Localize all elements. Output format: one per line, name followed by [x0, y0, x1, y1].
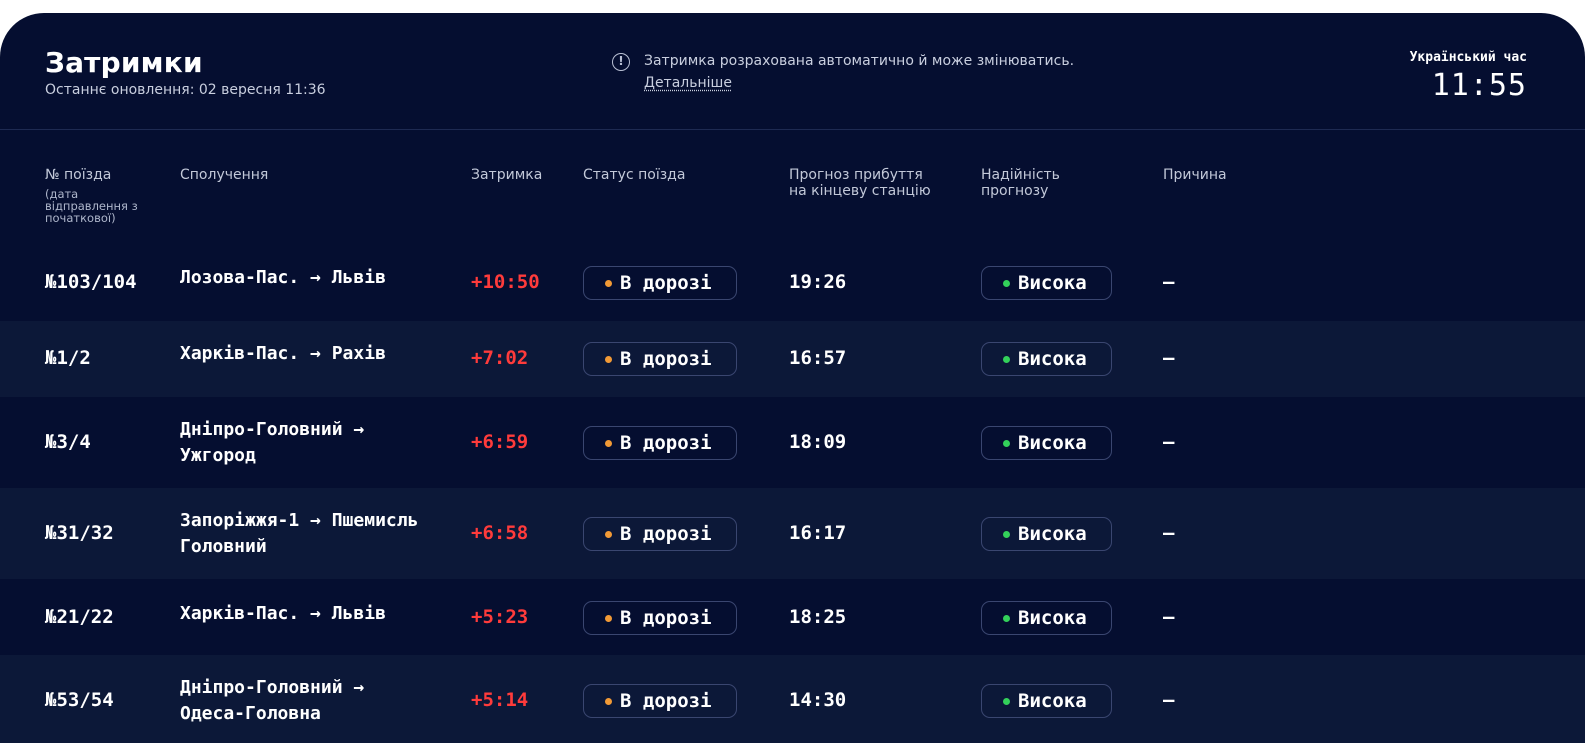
status-badge: В дорозі: [583, 601, 737, 635]
delay-value: +5:14: [471, 689, 529, 711]
reliability-dot-icon: [1003, 279, 1010, 287]
reliability-badge: Висока: [981, 601, 1112, 635]
reliability-badge-label: Висока: [1018, 607, 1087, 629]
eta-value: 14:30: [789, 689, 847, 711]
status-badge: В дорозі: [583, 342, 737, 376]
status-badge-label: В дорозі: [620, 272, 712, 294]
delay-value: +5:23: [471, 606, 529, 628]
status-dot-icon: [605, 697, 612, 705]
reliability-dot-icon: [1003, 439, 1010, 447]
col-train-label: № поїзда: [45, 167, 112, 183]
col-eta: Прогноз прибуття на кінцеву станцію: [789, 167, 931, 199]
status-badge: В дорозі: [583, 517, 737, 551]
route: Лозова-Пас. → Львів: [180, 267, 386, 288]
col-train: № поїзда (дата відправлення з початкової…: [45, 167, 140, 224]
route: Дніпро-Головний → Одеса-Головна: [180, 677, 365, 724]
reason-value: —: [1163, 522, 1175, 544]
status-badge-label: В дорозі: [620, 523, 712, 545]
notice-text: Затримка розрахована автоматично й може …: [644, 53, 1075, 69]
clock-label: Український час: [1409, 50, 1527, 65]
reliability-dot-icon: [1003, 697, 1010, 705]
route: Харків-Пас. → Рахів: [180, 343, 386, 364]
table-row: №103/104 Лозова-Пас. → Львів +10:50 19:26 — В…: [0, 245, 1585, 320]
eta-value: 16:17: [789, 522, 847, 544]
table-row: №3/4 Дніпро-Головний → Ужгород +6:59 18:09 —…: [0, 397, 1585, 488]
delay-value: +6:58: [471, 522, 529, 544]
route: Запоріжжя-1 → Пшемисль Головний: [180, 510, 419, 557]
reason-value: —: [1163, 689, 1175, 711]
reliability-badge-label: Висока: [1018, 523, 1087, 545]
status-dot-icon: [605, 439, 612, 447]
delays-board: Затримки Останнє оновлення: 02 вересня 1…: [0, 13, 1585, 743]
eta-value: 18:25: [789, 606, 847, 628]
status-dot-icon: [605, 530, 612, 538]
reliability-badge: Висока: [981, 684, 1112, 718]
delay-value: +6:59: [471, 431, 529, 453]
status-badge-label: В дорозі: [620, 348, 712, 370]
table-row: №1/2 Харків-Пас. → Рахів +7:02 16:57 — В доро…: [0, 321, 1585, 397]
reliability-dot-icon: [1003, 355, 1010, 363]
reason-value: —: [1163, 347, 1175, 369]
reliability-badge-label: Висока: [1018, 432, 1087, 454]
reliability-badge-label: Висока: [1018, 690, 1087, 712]
reliability-badge: Висока: [981, 266, 1112, 300]
col-delay: Затримка: [471, 167, 543, 183]
eta-value: 19:26: [789, 271, 847, 293]
reliability-badge-label: Висока: [1018, 272, 1087, 294]
reliability-badge: Висока: [981, 342, 1112, 376]
status-badge: В дорозі: [583, 684, 737, 718]
table-row: №31/32 Запоріжжя-1 → Пшемисль Головний +6:…: [0, 488, 1585, 579]
board-header: Затримки Останнє оновлення: 02 вересня 1…: [0, 13, 1585, 130]
col-train-sub: (дата відправлення з початкової): [45, 187, 138, 225]
reliability-badge: Висока: [981, 426, 1112, 460]
col-status: Статус поїзда: [583, 167, 686, 183]
table-row: №53/54 Дніпро-Головний → Одеса-Головна +5:…: [0, 655, 1585, 743]
status-badge: В дорозі: [583, 266, 737, 300]
details-link[interactable]: Детальніше: [644, 75, 732, 91]
reason-value: —: [1163, 431, 1175, 453]
reliability-badge-label: Висока: [1018, 348, 1087, 370]
status-dot-icon: [605, 279, 612, 287]
train-number: №103/104: [45, 271, 137, 293]
train-number: №31/32: [45, 522, 114, 544]
table-row: №21/22 Харків-Пас. → Львів +5:23 18:25 — В до…: [0, 579, 1585, 655]
reason-value: —: [1163, 606, 1175, 628]
reliability-badge: Висока: [981, 517, 1112, 551]
eta-value: 18:09: [789, 431, 847, 453]
status-badge-label: В дорозі: [620, 432, 712, 454]
reliability-dot-icon: [1003, 530, 1010, 538]
status-badge: В дорозі: [583, 426, 737, 460]
status-badge-label: В дорозі: [620, 607, 712, 629]
train-number: №1/2: [45, 347, 91, 369]
delay-value: +10:50: [471, 271, 540, 293]
page-title: Затримки: [45, 46, 203, 79]
col-reliability: Надійність прогнозу: [981, 167, 1060, 199]
route: Харків-Пас. → Львів: [180, 603, 386, 624]
reliability-dot-icon: [1003, 614, 1010, 622]
status-dot-icon: [605, 355, 612, 363]
train-number: №53/54: [45, 689, 114, 711]
last-updated: Останнє оновлення: 02 вересня 11:36: [45, 82, 326, 98]
delay-value: +7:02: [471, 347, 529, 369]
eta-value: 16:57: [789, 347, 847, 369]
status-badge-label: В дорозі: [620, 690, 712, 712]
route: Дніпро-Головний → Ужгород: [180, 419, 365, 466]
col-reason: Причина: [1163, 167, 1227, 183]
status-dot-icon: [605, 614, 612, 622]
clock-time: 11:55: [1431, 68, 1527, 103]
train-number: №21/22: [45, 606, 114, 628]
reason-value: —: [1163, 271, 1175, 293]
train-number: №3/4: [45, 431, 91, 453]
col-route: Сполучення: [180, 167, 269, 183]
info-icon: !: [612, 53, 630, 71]
